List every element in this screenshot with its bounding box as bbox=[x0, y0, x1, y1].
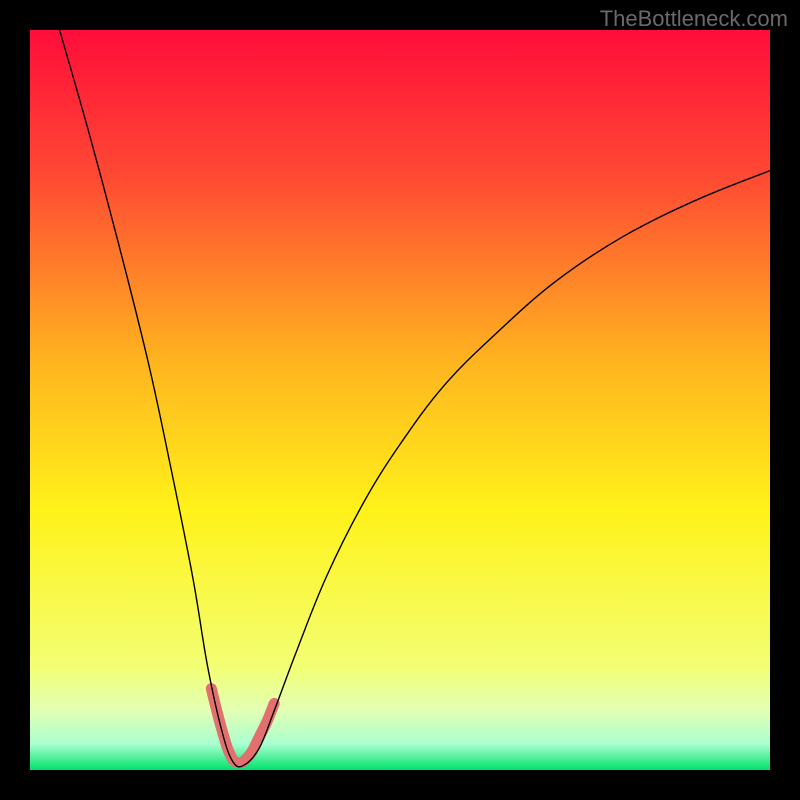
gradient-background bbox=[30, 30, 770, 770]
watermark: TheBottleneck.com bbox=[600, 6, 788, 32]
bottleneck-chart bbox=[30, 30, 770, 770]
chart-canvas bbox=[30, 30, 770, 770]
